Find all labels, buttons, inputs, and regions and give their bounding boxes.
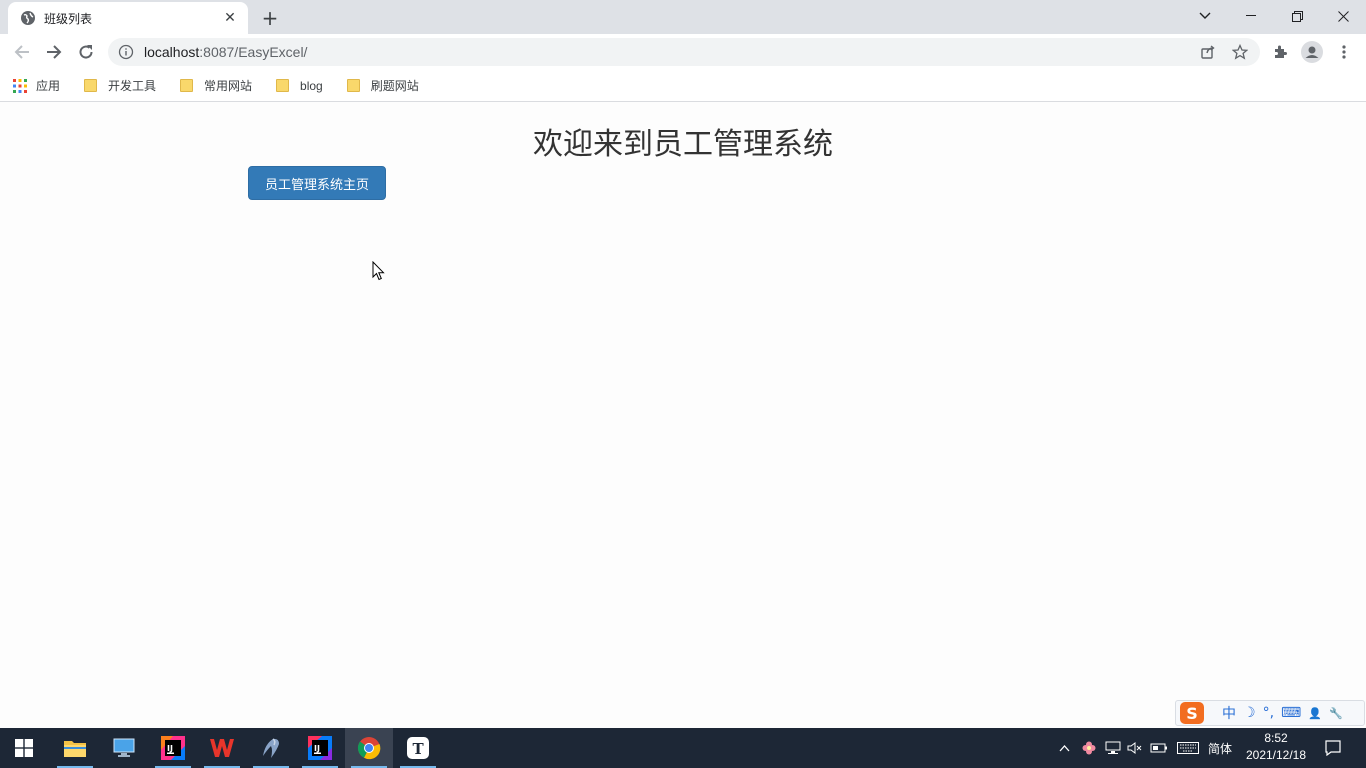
svg-text:IJ: IJ: [167, 744, 173, 753]
volume-muted-icon[interactable]: [1124, 728, 1146, 768]
bookmarks-bar: 应用 开发工具 常用网站 blog 刷题网站: [0, 70, 1366, 102]
share-icon[interactable]: [1196, 40, 1220, 64]
bookmark-star-icon[interactable]: [1228, 40, 1252, 64]
ime-user-icon[interactable]: 👤: [1308, 707, 1322, 720]
tray-flower-app-icon[interactable]: [1078, 728, 1100, 768]
ime-moon-icon[interactable]: ☽: [1243, 705, 1256, 721]
folder-icon: [276, 79, 290, 92]
ime-toolbar: S 中 ☽ °, ⌨ 👤 🔧: [1175, 700, 1365, 726]
bookmark-folder-coding-practice[interactable]: 刷题网站: [343, 77, 419, 94]
bookmark-folder-blog[interactable]: blog: [272, 78, 323, 94]
bookmark-folder-common-sites[interactable]: 常用网站: [176, 77, 252, 94]
window-close-icon[interactable]: [1320, 0, 1366, 32]
page-title: 欢迎来到员工管理系统: [533, 127, 833, 162]
employee-system-home-button[interactable]: 员工管理系统主页: [248, 166, 386, 200]
globe-icon: [21, 11, 35, 25]
wps-office-icon[interactable]: [198, 728, 246, 768]
back-arrow-icon[interactable]: [8, 38, 36, 66]
mouse-cursor-icon: [372, 261, 385, 281]
bookmark-folder-dev-tools[interactable]: 开发工具: [80, 77, 156, 94]
url-host: localhost: [144, 44, 200, 60]
chrome-icon[interactable]: [345, 728, 393, 768]
bookmark-label: 开发工具: [108, 79, 157, 93]
new-tab-button[interactable]: +: [258, 6, 282, 30]
folder-icon: [180, 79, 194, 92]
tab-close-icon[interactable]: ✕: [222, 10, 238, 26]
intellij-ultimate-icon[interactable]: IJ: [149, 728, 197, 768]
windows-start-icon[interactable]: [0, 728, 48, 768]
extensions-puzzle-icon[interactable]: [1268, 40, 1292, 64]
svg-text:IJ: IJ: [314, 744, 320, 753]
svg-text:T: T: [413, 740, 425, 758]
tab-search-chevron-down-icon[interactable]: [1182, 0, 1228, 32]
clock-date: 2021/12/18: [1245, 748, 1307, 762]
ime-chinese-mode[interactable]: 中: [1222, 703, 1236, 723]
intellij-idea-icon[interactable]: IJ: [296, 728, 344, 768]
ime-tools-icon[interactable]: 🔧: [1329, 707, 1343, 720]
typora-icon[interactable]: T: [394, 728, 442, 768]
touch-keyboard-icon[interactable]: [1174, 728, 1202, 768]
browser-tab[interactable]: 班级列表 ✕: [8, 2, 248, 34]
bookmark-apps[interactable]: 应用: [12, 77, 60, 94]
site-info-icon[interactable]: [118, 44, 134, 60]
tray-overflow-chevron-up-icon[interactable]: [1054, 728, 1074, 768]
web-page: 欢迎来到员工管理系统 员工管理系统主页: [0, 103, 1366, 728]
input-language-indicator[interactable]: 简体: [1204, 728, 1236, 768]
file-explorer-icon[interactable]: [51, 728, 99, 768]
screen: 班级列表 ✕ + localhost:8087/EasyExcel/ 应用 开发…: [0, 0, 1366, 768]
url-path: :8087/EasyExcel/: [199, 44, 308, 60]
url-text: localhost:8087/EasyExcel/: [144, 44, 307, 60]
bookmark-label: blog: [300, 78, 323, 93]
tab-strip: 班级列表 ✕ +: [0, 0, 1366, 34]
taskbar: IJ IJ T 简体 8:52 2021/12/18: [0, 728, 1366, 768]
minimize-icon[interactable]: [1228, 0, 1274, 32]
ime-keyboard-icon[interactable]: ⌨: [1281, 705, 1301, 721]
tab-title: 班级列表: [44, 11, 93, 26]
system-clock[interactable]: 8:52 2021/12/18: [1236, 730, 1316, 766]
this-pc-icon[interactable]: [100, 728, 148, 768]
browser-toolbar: localhost:8087/EasyExcel/: [0, 34, 1366, 70]
ime-punctuation-icon[interactable]: °,: [1263, 705, 1274, 721]
network-icon[interactable]: [1102, 728, 1124, 768]
folder-icon: [346, 79, 360, 92]
sogou-ime-logo-icon[interactable]: S: [1180, 702, 1204, 724]
folder-icon: [84, 79, 98, 92]
notification-center-icon[interactable]: [1320, 728, 1346, 768]
bookmark-label: 刷题网站: [370, 79, 419, 93]
battery-icon[interactable]: [1148, 728, 1170, 768]
apps-grid-icon: [13, 78, 27, 93]
mysql-dolphin-icon[interactable]: [247, 728, 295, 768]
forward-arrow-icon[interactable]: [40, 38, 68, 66]
restore-icon[interactable]: [1274, 0, 1320, 32]
bookmark-label: 常用网站: [204, 79, 253, 93]
clock-time: 8:52: [1264, 731, 1288, 745]
bookmark-label: 应用: [36, 79, 61, 93]
more-menu-icon[interactable]: [1332, 40, 1356, 64]
address-bar[interactable]: localhost:8087/EasyExcel/: [108, 38, 1260, 66]
profile-avatar-icon[interactable]: [1300, 40, 1324, 64]
reload-icon[interactable]: [72, 38, 100, 66]
